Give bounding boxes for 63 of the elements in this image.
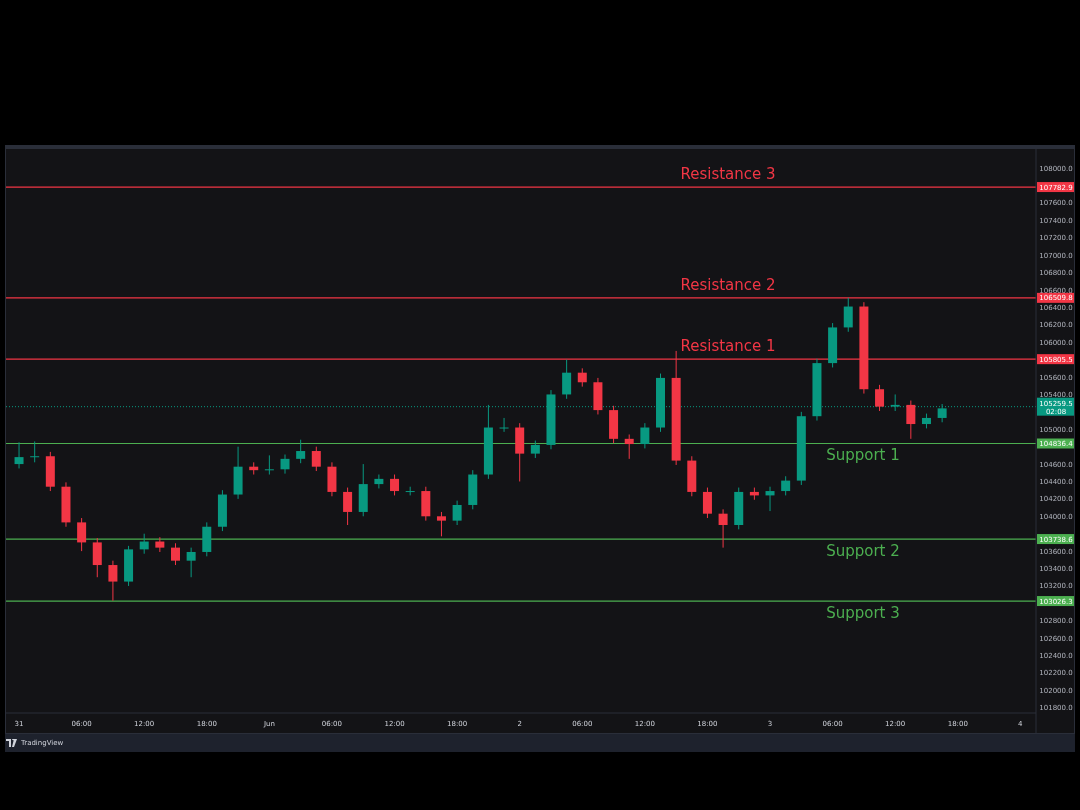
level-label: Resistance 1 xyxy=(680,337,776,356)
candlestick xyxy=(233,446,243,500)
candlestick xyxy=(202,521,212,557)
candlestick xyxy=(875,384,885,412)
candlestick xyxy=(562,359,572,400)
candlestick xyxy=(922,413,931,429)
candlestick xyxy=(765,486,775,512)
candlestick xyxy=(624,434,634,460)
candlestick xyxy=(374,474,384,489)
candlestick xyxy=(171,542,180,566)
candlestick xyxy=(609,405,619,444)
candlestick xyxy=(593,377,603,415)
candlestick xyxy=(92,537,102,578)
candlestick xyxy=(702,487,712,519)
candlestick xyxy=(468,469,478,510)
level-label: Resistance 3 xyxy=(680,165,776,184)
candlestick xyxy=(937,403,947,423)
candlestick xyxy=(906,400,916,440)
candlestick xyxy=(296,439,306,464)
candlestick xyxy=(499,417,509,433)
candlestick xyxy=(781,475,791,496)
candlestick xyxy=(108,560,118,602)
candlestick xyxy=(264,454,274,475)
candlestick xyxy=(436,511,446,537)
candlestick xyxy=(139,533,149,555)
candlestick xyxy=(546,389,556,450)
candlestick xyxy=(843,297,853,333)
candlestick xyxy=(405,486,415,496)
candlestick xyxy=(30,440,40,463)
level-label: Support 2 xyxy=(826,542,900,561)
candlestick xyxy=(217,489,227,532)
candlestick xyxy=(280,454,290,475)
candlestick xyxy=(812,358,822,422)
candlestick xyxy=(577,367,587,388)
candlestick xyxy=(358,463,368,517)
candlestick xyxy=(124,545,134,587)
candlestick xyxy=(890,393,900,412)
candlestick xyxy=(343,487,353,526)
candlestick xyxy=(14,441,24,469)
logo-icon xyxy=(6,739,19,747)
candlestick xyxy=(61,481,71,528)
candlestick xyxy=(687,455,697,497)
candlestick xyxy=(77,517,87,552)
candlestick xyxy=(390,474,400,496)
level-label: Support 1 xyxy=(826,446,900,465)
candlestick xyxy=(656,373,665,433)
candlestick xyxy=(749,487,759,501)
candlestick xyxy=(828,322,838,368)
candlestick xyxy=(155,536,165,553)
candlestick xyxy=(186,547,196,578)
candlestick xyxy=(327,461,337,497)
candlestick xyxy=(515,422,525,482)
level-label: Support 3 xyxy=(826,604,900,623)
candlestick xyxy=(45,451,55,492)
candlestick xyxy=(452,500,462,526)
candlestick xyxy=(249,461,259,475)
candlestick xyxy=(311,446,321,472)
candlestick xyxy=(734,487,744,530)
candlestick xyxy=(640,422,650,449)
candlestick xyxy=(530,440,540,459)
candlestick xyxy=(718,508,728,549)
candlestick xyxy=(421,486,431,522)
level-label: Resistance 2 xyxy=(680,275,776,294)
